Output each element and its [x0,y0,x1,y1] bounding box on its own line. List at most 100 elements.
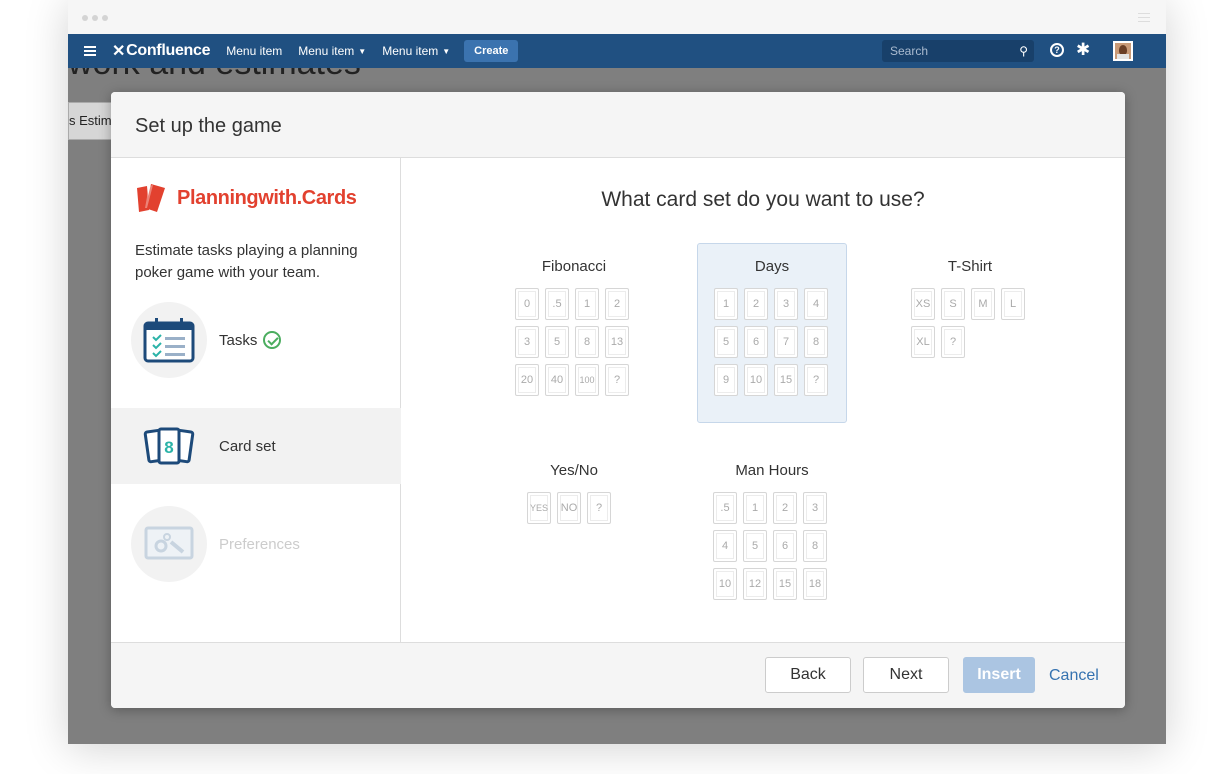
dialog-title: Set up the game [135,115,282,137]
card: XS [911,288,935,320]
window-titlebar [68,0,1166,34]
card: 1 [743,492,767,524]
confluence-x-icon: ✕ [112,43,126,60]
card: 4 [713,530,737,562]
dialog-header: Set up the game [111,92,1125,158]
step-label: Preferences [219,536,300,553]
card-set-name: T-Shirt [947,258,993,275]
step-label-text: Tasks [219,331,258,349]
dialog-footer: Back Next Insert Cancel [111,642,1125,708]
search-icon: ⚲ [1019,44,1028,58]
wizard-sidebar: Planningwith.Cards Estimate tasks playin… [111,158,401,642]
avatar[interactable] [1113,41,1133,61]
brand-logo: Planningwith.Cards [135,182,357,214]
card: 2 [773,492,797,524]
checklist-icon [131,302,207,378]
chevron-down-icon: ▼ [442,46,451,56]
gear-icon[interactable]: ✱ [1076,40,1090,60]
card-set-name: Days [754,258,790,275]
card-set-picker: What card set do you want to use? Fibona… [401,158,1125,642]
card: 0 [515,288,539,320]
next-button[interactable]: Next [863,657,949,693]
card: YES [527,492,551,524]
card-set-name: Fibonacci [541,258,607,275]
nav-menu-item-3[interactable]: Menu item ▼ [382,44,450,58]
question-heading: What card set do you want to use? [601,188,925,211]
card-list: XS S M L XL? [895,288,1045,358]
setup-dialog: Set up the game Planningwith.Cards Estim… [111,92,1125,708]
card: 40 [545,364,569,396]
nav-menu-item-label: Menu item [298,44,355,58]
nav-menu-item-1[interactable]: Menu item [226,44,282,58]
card: 15 [774,364,798,396]
browser-window: work and estimates s Estim ✕Confluence M… [68,0,1166,744]
card: 1 [575,288,599,320]
card-list: 0.5 1 2 3 5 8 13 20 40 100? [499,288,649,396]
cancel-link[interactable]: Cancel [1049,667,1099,685]
window-controls[interactable] [82,15,108,21]
card-set-fibonacci[interactable]: Fibonacci 0.5 1 2 3 5 8 13 20 40 100? [499,244,649,424]
chevron-down-icon: ▼ [358,46,367,56]
card: 10 [744,364,768,396]
card-set-man-hours[interactable]: Man Hours .5 1 2 3 4 5 6 8 10 12 15 18 [697,448,847,628]
card: 2 [744,288,768,320]
card: 18 [803,568,827,600]
card: S [941,288,965,320]
card-set-name: Yes/No [550,462,598,479]
create-button[interactable]: Create [464,40,519,62]
card: 8 [804,326,828,358]
card: 10 [713,568,737,600]
step-label-text: Preferences [219,535,300,553]
card-set-name: Man Hours [735,462,809,479]
card: ? [941,326,965,358]
card: .5 [713,492,737,524]
card: NO [557,492,581,524]
svg-text:8: 8 [164,438,173,457]
back-button[interactable]: Back [765,657,851,693]
card: 8 [803,530,827,562]
card: 5 [743,530,767,562]
insert-button[interactable]: Insert [963,657,1035,693]
card: 15 [773,568,797,600]
card: 1 [714,288,738,320]
card: 5 [714,326,738,358]
card-set-days[interactable]: Days 1 2 3 4 5 6 7 8 9 10 15? [697,243,847,423]
tagline: Estimate tasks playing a planning poker … [135,242,358,281]
card: 7 [774,326,798,358]
hamburger-menu-icon[interactable] [84,46,96,56]
cards-icon: 8 [131,408,207,484]
card: M [971,288,995,320]
card-set-t-shirt[interactable]: T-Shirt XS S M L XL? [895,244,1045,424]
card: 100 [575,364,599,396]
nav-menu-item-label: Menu item [382,44,439,58]
help-icon[interactable]: ? [1050,43,1064,57]
card: ? [587,492,611,524]
cards-logo-icon [135,182,173,214]
card: 3 [803,492,827,524]
check-circle-icon [263,331,282,349]
search-input[interactable]: Search ⚲ [882,40,1034,62]
card: .5 [545,288,569,320]
card: 6 [773,530,797,562]
card: L [1001,288,1025,320]
card: 4 [804,288,828,320]
card: 5 [545,326,569,358]
confluence-logo[interactable]: ✕ Confluence [112,41,211,61]
window-menu-icon[interactable] [1138,13,1150,22]
step-card-set[interactable]: 8 Card set [111,408,401,484]
card: 13 [605,326,629,358]
step-preferences[interactable]: Preferences [111,506,401,582]
card: 20 [515,364,539,396]
card-set-yes-no[interactable]: Yes/No YES NO? [499,448,649,628]
brand-name: Planningwith.Cards [177,186,357,209]
step-label-text: Card set [219,437,276,455]
card: 3 [515,326,539,358]
search-placeholder: Search [890,44,929,58]
step-tasks[interactable]: Tasks [111,302,401,378]
card-list: 1 2 3 4 5 6 7 8 9 10 15? [698,288,846,396]
card: XL [911,326,935,358]
nav-menu-item-2[interactable]: Menu item ▼ [298,44,366,58]
card: ? [605,364,629,396]
top-navigation: ✕ Confluence Menu item Menu item ▼ Menu it… [68,34,1166,68]
card: 8 [575,326,599,358]
